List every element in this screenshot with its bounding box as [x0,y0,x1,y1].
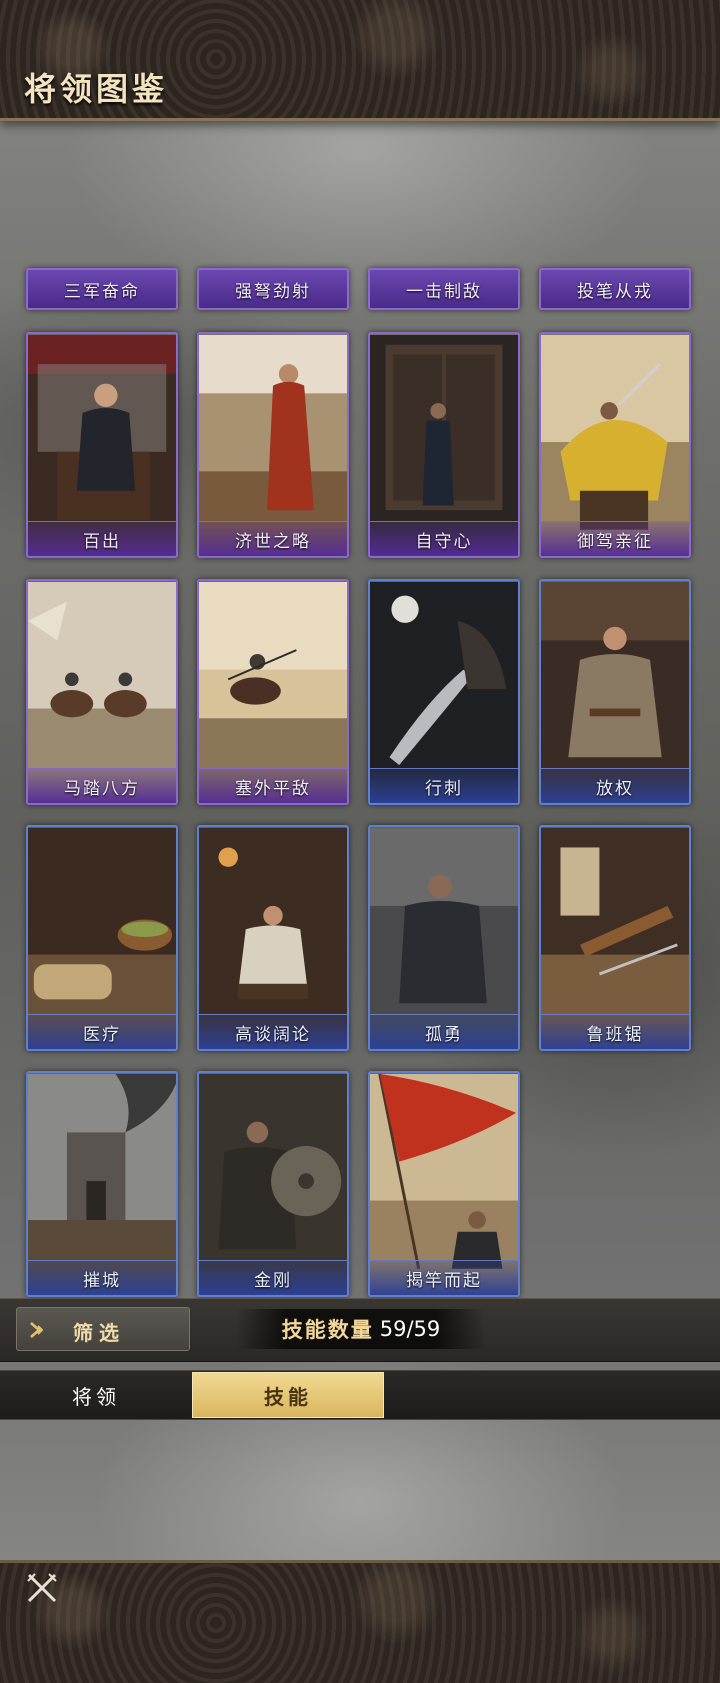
skill-name: 三军奋命 [28,270,176,308]
skill-name: 孤勇 [370,1014,518,1049]
filter-button[interactable]: 筛选 [16,1307,190,1351]
skill-name: 行刺 [370,768,518,803]
skill-name: 济世之略 [199,521,347,556]
skill-name: 金刚 [199,1260,347,1295]
skill-name: 高谈阔论 [199,1014,347,1049]
skill-name: 马踏八方 [28,768,176,803]
skill-card[interactable]: 医疗 [26,825,178,1051]
skill-name: 揭竿而起 [370,1260,518,1295]
skill-name: 自守心 [370,521,518,556]
skill-card[interactable]: 高谈阔论 [197,825,349,1051]
skill-name: 百出 [28,521,176,556]
filter-bar: 筛选 技能数量 59/59 [0,1298,720,1362]
skill-card[interactable]: 御驾亲征 [539,332,691,558]
skill-card[interactable]: 塞外平敌 [197,579,349,805]
tab-skills[interactable]: 技能 [192,1372,384,1418]
skill-card[interactable]: 摧城 [26,1071,178,1297]
skill-card[interactable]: 百出 [26,332,178,558]
skill-name: 摧城 [28,1260,176,1295]
skill-card[interactable]: 自守心 [368,332,520,558]
skill-name: 一击制敌 [370,270,518,308]
skill-card[interactable]: 揭竿而起 [368,1071,520,1297]
tab-generals[interactable]: 将领 [0,1372,192,1418]
skill-card[interactable]: 一击制敌 [368,268,520,310]
skill-card[interactable]: 孤勇 [368,825,520,1051]
skill-card[interactable]: 行刺 [368,579,520,805]
skill-name: 塞外平敌 [199,768,347,803]
skill-name: 强弩劲射 [199,270,347,308]
skill-name: 御驾亲征 [541,521,689,556]
footer-bar [0,1560,720,1683]
skill-name: 医疗 [28,1014,176,1049]
skill-card[interactable]: 鲁班锯 [539,825,691,1051]
arrow-right-icon [30,1322,44,1338]
skill-name: 投笔从戎 [541,270,689,308]
page-title: 将领图鉴 [24,70,169,108]
tab-bar: 将领 技能 [0,1370,720,1420]
skill-card[interactable]: 投笔从戎 [539,268,691,310]
skill-card[interactable]: 金刚 [197,1071,349,1297]
skill-card[interactable]: 强弩劲射 [197,268,349,310]
filter-label: 筛选 [73,1321,125,1345]
skill-count-label: 技能数量 [281,1318,374,1342]
close-button[interactable] [22,1568,62,1608]
crossed-swords-close-icon [27,1573,57,1603]
skill-card[interactable]: 济世之略 [197,332,349,558]
skill-card[interactable]: 马踏八方 [26,579,178,805]
skill-card[interactable]: 三军奋命 [26,268,178,310]
skill-card[interactable]: 放权 [539,579,691,805]
skill-name: 鲁班锯 [541,1014,689,1049]
skill-count: 技能数量 59/59 [236,1309,486,1349]
skill-count-value: 59/59 [379,1317,441,1341]
skill-name: 放权 [541,768,689,803]
